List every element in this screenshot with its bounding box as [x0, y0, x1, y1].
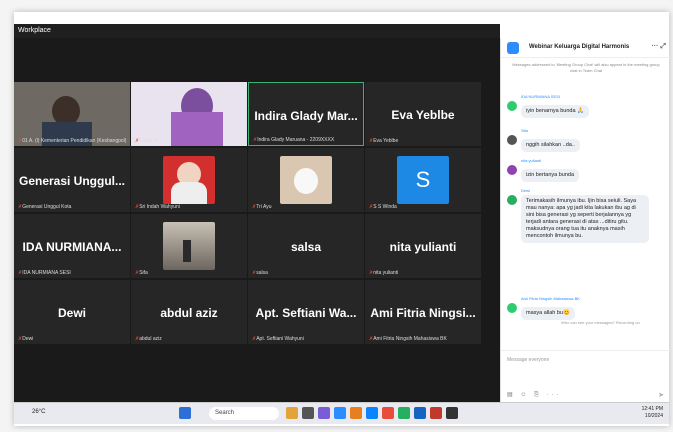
participant-label: Tri Ayu: [252, 204, 271, 210]
chat-message: IDA NURMIANA SESI iyin benarnya bunda 🙏: [505, 94, 665, 118]
participant-label: Eva Yeblbe: [369, 138, 398, 144]
participant-label: Sri Indah Wahyuni: [135, 204, 180, 210]
participant-tile[interactable]: Apt. Seftiani Wa... Apt. Seftiani Wahyun…: [248, 280, 364, 344]
chat-message: Dewi Terimakasih ilmunya ibu. Ijin bisa …: [505, 188, 665, 243]
participant-tile[interactable]: abdul aziz abdul aziz: [131, 280, 247, 344]
message-text: iyin benarnya bunda 🙏: [521, 105, 589, 118]
windows-taskbar: 26°C Search 12:41 PM 10/2024: [14, 402, 669, 424]
chat-message: nita yulianti izin bertanya bunda: [505, 158, 665, 182]
taskbar-search[interactable]: Search: [209, 407, 279, 420]
avatar: [507, 165, 517, 175]
participant-tile[interactable]: Generasi Unggul... Generasi Unggul Kota: [14, 148, 130, 212]
participant-name: nita yulianti: [389, 240, 457, 254]
chat-message: Sifa nggih silahkan ..da..: [505, 128, 665, 152]
window-title: Workplace: [14, 24, 500, 38]
chrome-icon[interactable]: [382, 407, 394, 419]
participant-tile[interactable]: Sifa: [131, 214, 247, 278]
avatar: [507, 101, 517, 111]
avatar: [507, 195, 517, 205]
participant-name: Indira Glady Mar...: [254, 109, 358, 123]
message-text: izin bertanya bunda: [521, 169, 580, 182]
participant-tile[interactable]: 01 A. (l) Kementerian Pendidikan (Kesban…: [14, 82, 130, 146]
participant-name: Apt. Seftiani Wa...: [255, 306, 357, 320]
more-options-icon[interactable]: ··· ⤢: [651, 43, 666, 51]
participant-label: Sifa: [135, 270, 148, 276]
participant-label: S S Winda: [369, 204, 397, 210]
chat-message: Ami Fitria Ningsih Mahasiswa BK masya al…: [505, 296, 665, 320]
participant-tile-active-speaker[interactable]: Indira Glady Mar... Indira Glady Maruana…: [248, 82, 364, 146]
participant-tile[interactable]: S S S Winda: [365, 148, 481, 212]
message-text: nggih silahkan ..da..: [521, 139, 580, 152]
participant-label: Indira Glady Maruana - 2209XXXX: [253, 137, 334, 143]
participant-label: Farah R.: [135, 138, 158, 144]
taskview-icon[interactable]: [302, 407, 314, 419]
system-clock[interactable]: 12:41 PM 10/2024: [642, 406, 663, 420]
message-sender: Sifa: [521, 128, 528, 133]
zoom-chat-icon: [507, 42, 519, 54]
chat-compose[interactable]: Message everyone ▤ ☺ ⎘ ··· ➤: [501, 350, 670, 402]
participant-name: Ami Fitria Ningsi...: [370, 306, 476, 320]
excel-icon[interactable]: [398, 407, 410, 419]
participant-name: Generasi Unggul...: [18, 174, 126, 188]
clock-date: 10/2024: [644, 413, 663, 419]
participant-label: Dewi: [18, 336, 33, 342]
participant-tile[interactable]: Sri Indah Wahyuni: [131, 148, 247, 212]
participant-label: nita yulianti: [369, 270, 398, 276]
participant-avatar: [280, 156, 332, 204]
participant-label: 01 A. (l) Kementerian Pendidikan (Kesban…: [18, 138, 126, 144]
word-icon[interactable]: [414, 407, 426, 419]
participant-name: salsa: [290, 240, 322, 254]
participant-tile[interactable]: Tri Ayu: [248, 148, 364, 212]
message-text: Terimakasih ilmunya ibu. Ijin bisa seiul…: [521, 195, 649, 243]
explorer-icon[interactable]: [286, 407, 298, 419]
zoom-icon[interactable]: [334, 407, 346, 419]
powerpoint-icon[interactable]: [430, 407, 442, 419]
participant-label: abdul aziz: [135, 336, 162, 342]
edge-icon[interactable]: [366, 407, 378, 419]
participant-label: Apt. Seftiani Wahyuni: [252, 336, 304, 342]
participant-tile[interactable]: Farah R.: [131, 82, 247, 146]
chat-title: Webinar Keluarga Digital Harmonis: [529, 44, 630, 50]
message-sender: IDA NURMIANA SESI: [521, 94, 560, 99]
folder-icon[interactable]: [350, 407, 362, 419]
teams-icon[interactable]: [318, 407, 330, 419]
message-text: masya allah bu😊: [521, 307, 575, 320]
participant-tile[interactable]: salsa salsa: [248, 214, 364, 278]
participant-tile[interactable]: Dewi Dewi: [14, 280, 130, 344]
participant-label: Ami Fitria Ningsih Mahasiswa BK: [369, 336, 447, 342]
chat-header: Webinar Keluarga Digital Harmonis ··· ⤢: [501, 38, 670, 58]
participant-tile[interactable]: nita yulianti nita yulianti: [365, 214, 481, 278]
message-input[interactable]: Message everyone: [507, 357, 549, 363]
compose-tools[interactable]: ▤ ☺ ⎘ ···: [507, 391, 562, 399]
send-icon[interactable]: ➤: [658, 391, 664, 399]
avatar: [507, 135, 517, 145]
participant-avatar: [163, 222, 215, 270]
app-icon[interactable]: [446, 407, 458, 419]
skype-icon: S: [397, 156, 449, 204]
start-icon[interactable]: [179, 407, 191, 419]
participant-name: Eva Yeblbe: [391, 108, 455, 122]
message-sender: Dewi: [521, 188, 530, 193]
participant-tile[interactable]: IDA NURMIANA... IDA NURMIANA SESI: [14, 214, 130, 278]
video-gallery: 01 A. (l) Kementerian Pendidikan (Kesban…: [14, 38, 500, 402]
chat-panel: Webinar Keluarga Digital Harmonis ··· ⤢ …: [500, 38, 670, 402]
chat-notice: Messages addressed to 'Meeting Group Cha…: [512, 62, 660, 73]
chat-privacy-note: Who can see your messages? Recording on: [561, 320, 640, 325]
participant-name: abdul aziz: [160, 306, 218, 320]
participant-name: Dewi: [57, 306, 86, 320]
participant-tile[interactable]: Ami Fitria Ningsi... Ami Fitria Ningsih …: [365, 280, 481, 344]
participant-name: IDA NURMIANA...: [22, 240, 122, 254]
participant-label: salsa: [252, 270, 268, 276]
weather-widget[interactable]: 26°C: [32, 409, 45, 415]
participant-label: Generasi Unggul Kota: [18, 204, 71, 210]
message-sender: Ami Fitria Ningsih Mahasiswa BK: [521, 296, 580, 301]
message-sender: nita yulianti: [521, 158, 542, 163]
participant-tile[interactable]: Eva Yeblbe Eva Yeblbe: [365, 82, 481, 146]
participant-label: IDA NURMIANA SESI: [18, 270, 71, 276]
clock-time: 12:41 PM: [641, 406, 663, 412]
avatar: [507, 303, 517, 313]
participant-avatar: [163, 156, 215, 204]
